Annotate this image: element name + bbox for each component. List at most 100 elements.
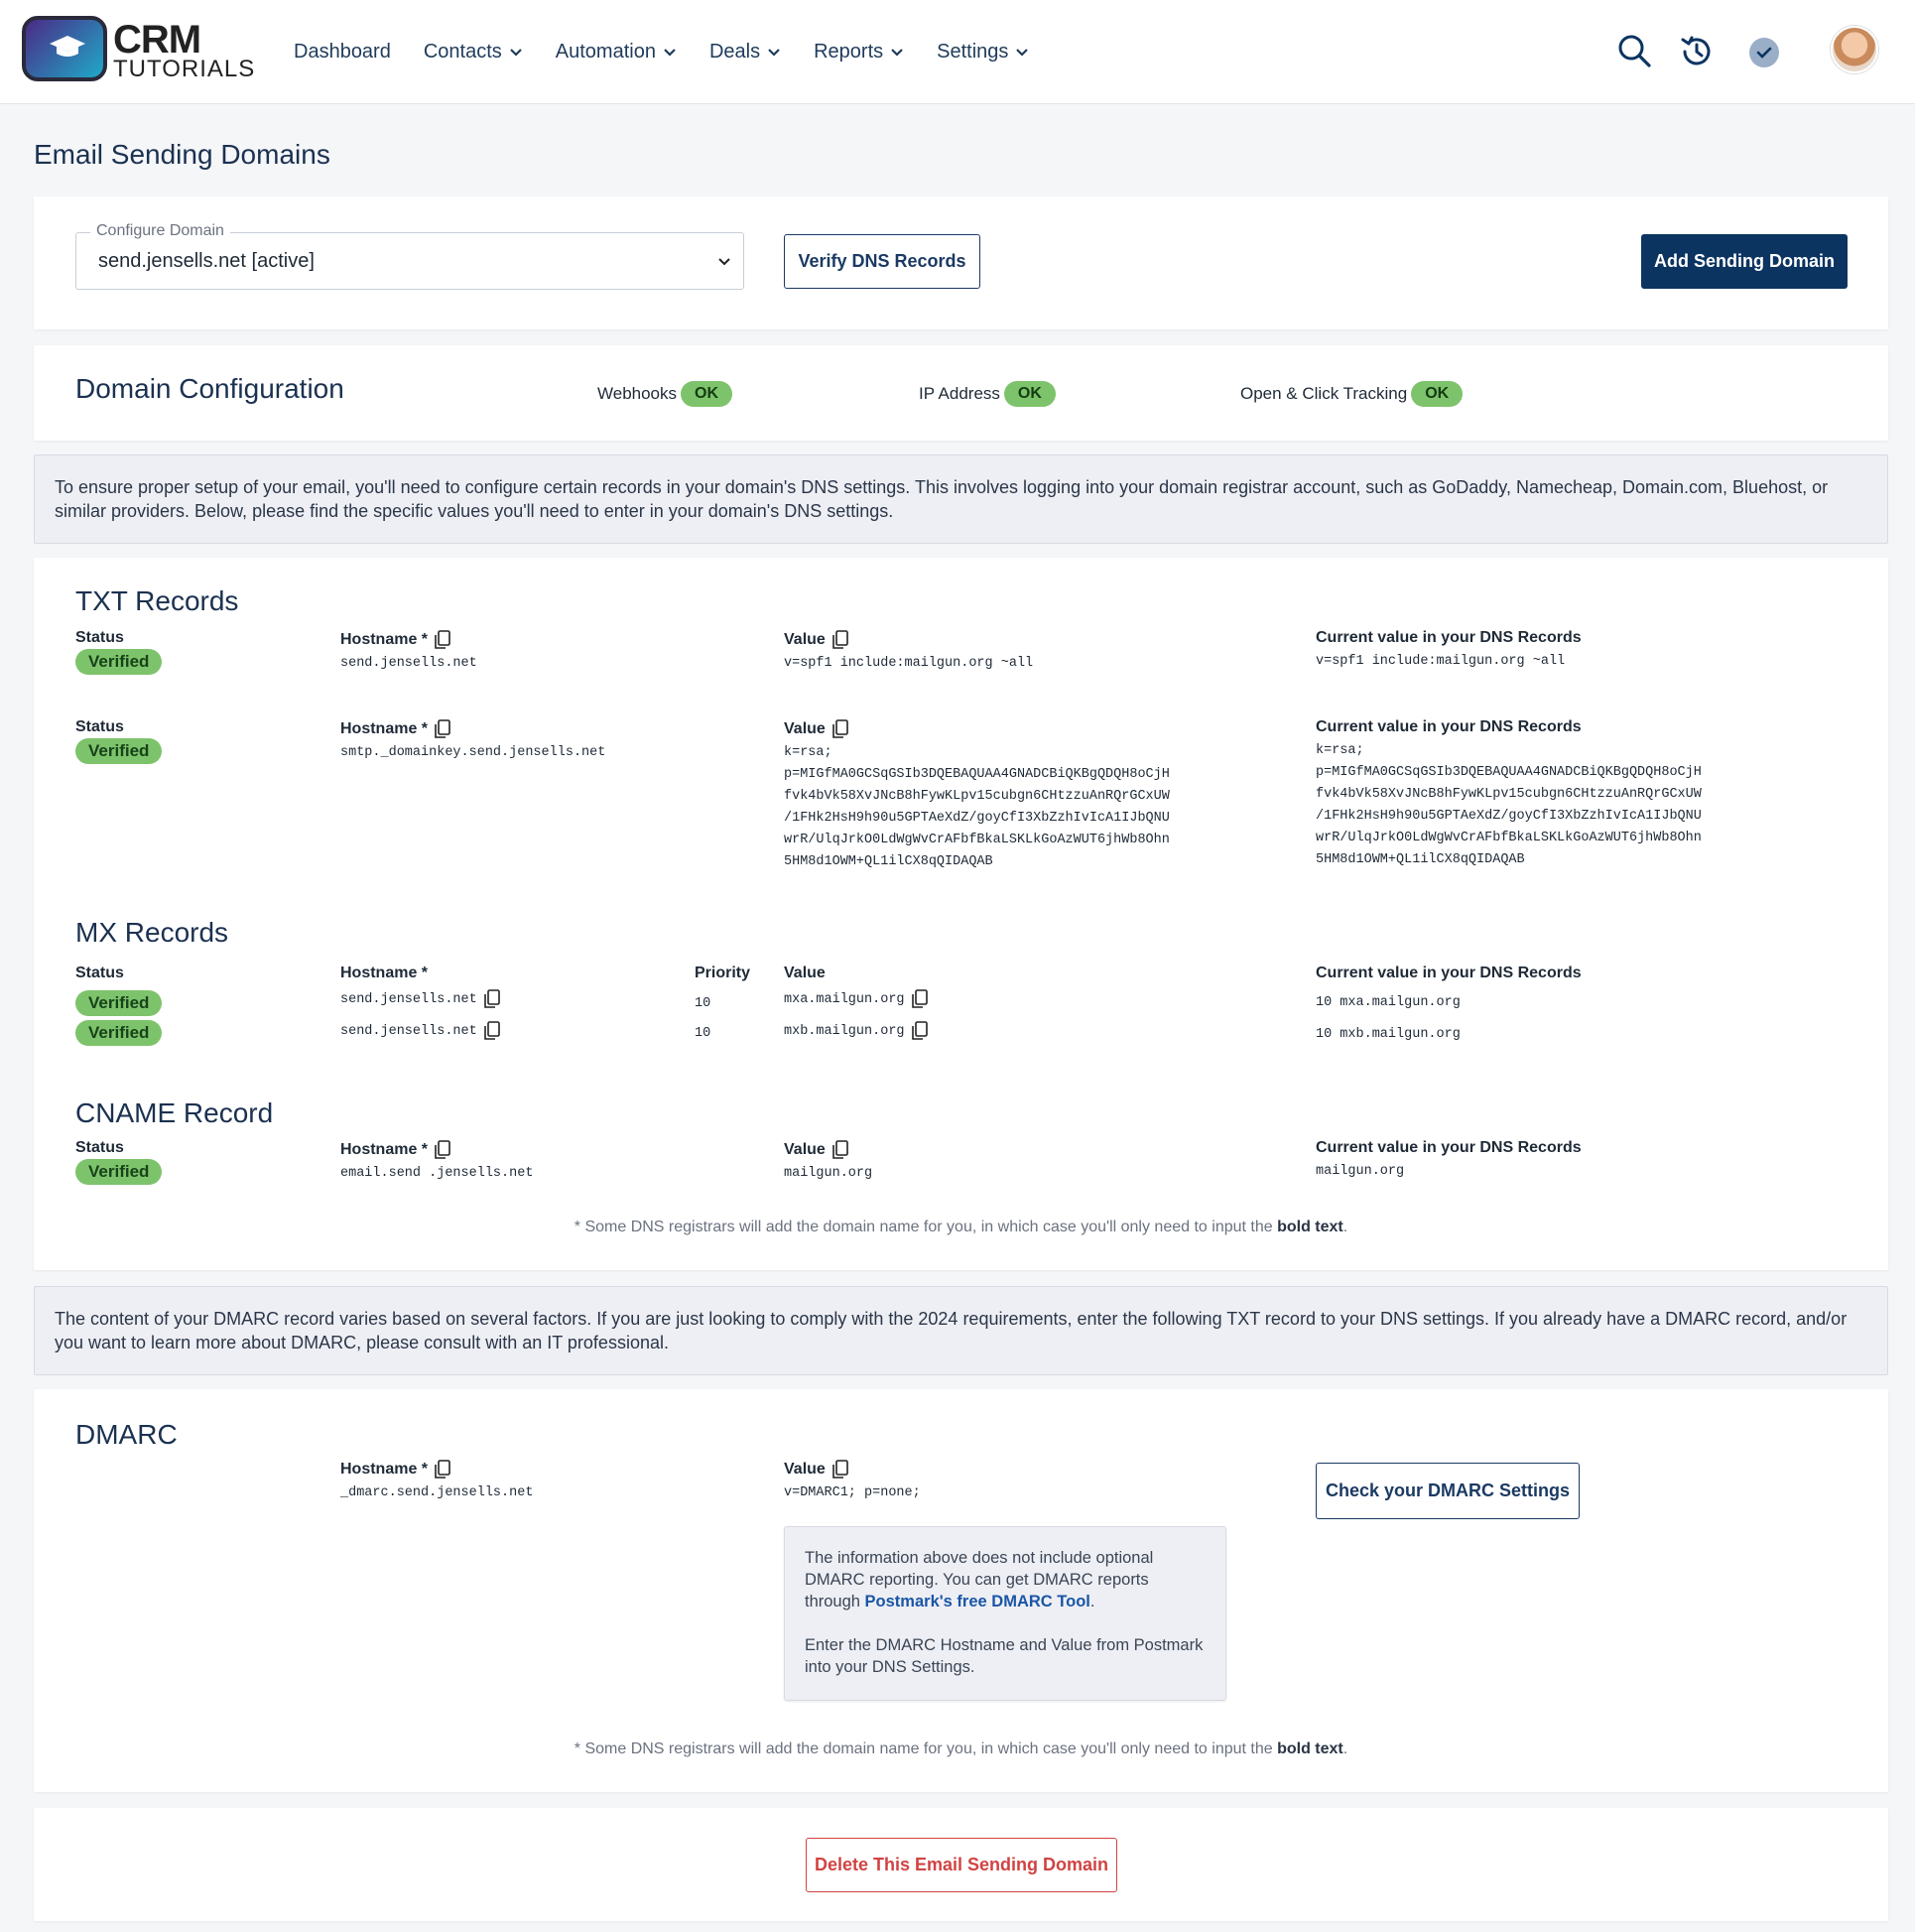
mx-hostname-value: send.jensells.net [340,991,477,1007]
main-menu: Dashboard Contacts Automation Deals Repo… [294,0,1062,104]
value-label: Value [784,629,851,651]
page-title: Email Sending Domains [34,139,330,170]
hostname-label: Hostname * [340,629,453,651]
dmarc-info-box: The content of your DMARC record varies … [34,1286,1888,1375]
dkim-hostname-value: smtp._domainkey.send.jensells.net [340,745,606,760]
verify-dns-button[interactable]: Verify DNS Records [784,234,980,289]
cname-hostname-value: email.send .jensells.net [340,1166,534,1181]
ok-badge: OK [1411,381,1464,407]
hostname-label: Hostname * [340,718,453,740]
mx-priority-value: 10 [695,996,711,1011]
note-suffix: . [1342,1219,1348,1235]
status-label: Open & Click Tracking [1240,384,1408,403]
status-label: Status [75,965,124,981]
mx-value-row: mxb.mailgun.org [784,1020,931,1042]
dmarc-hostname-value: _dmarc.send.jensells.net [340,1485,534,1500]
hostname-label-text: Hostname * [340,720,429,737]
verified-badge: Verified [75,1020,163,1046]
copy-icon[interactable] [909,988,931,1010]
copy-icon[interactable] [481,988,503,1010]
hostname-label-text: Hostname * [340,1141,429,1158]
delete-card: Delete This Email Sending Domain [34,1808,1888,1921]
logo-text-tutorials: TUTORIALS [113,56,256,82]
avatar[interactable] [1831,26,1878,73]
mx-hostname-value: send.jensells.net [340,1023,477,1039]
value-label: Value [784,718,851,740]
nav-dashboard[interactable]: Dashboard [294,41,391,64]
nav-label: Settings [937,41,1009,63]
current-value-label: Current value in your DNS Records [1316,965,1582,981]
selected-domain: send.jensells.net [active] [98,250,315,272]
cname-record-title: CNAME Record [75,1097,274,1128]
configure-domain-select[interactable]: Configure Domain send.jensells.net [acti… [75,222,744,290]
mx-hostname-row: send.jensells.net [340,988,503,1010]
dmarc-tip-para2: Enter the DMARC Hostname and Value from … [805,1636,1204,1676]
cname-value: mailgun.org [784,1166,873,1181]
copy-icon[interactable] [432,718,453,740]
check-dmarc-button[interactable]: Check your DMARC Settings [1316,1463,1580,1519]
copy-icon[interactable] [830,718,851,740]
txt-records-title: TXT Records [75,585,239,616]
note-bold: bold text [1277,1740,1343,1757]
logo-mark [22,16,107,81]
cname-current-value: mailgun.org [1316,1164,1405,1179]
add-sending-domain-button[interactable]: Add Sending Domain [1641,234,1848,289]
nav-label: Deals [708,41,761,63]
chevron-down-icon [768,48,780,57]
status-label: Status [75,629,124,646]
postmark-dmarc-link[interactable]: Postmark's free DMARC Tool [865,1593,1090,1610]
registrar-note: * Some DNS registrars will add the domai… [34,1219,1888,1236]
delete-domain-button[interactable]: Delete This Email Sending Domain [806,1838,1117,1892]
search-icon[interactable] [1617,34,1651,67]
mx-priority-value: 10 [695,1026,711,1041]
domain-configuration-title: Domain Configuration [75,373,344,404]
ok-badge: OK [1003,381,1056,407]
copy-icon[interactable] [830,629,851,651]
copy-icon[interactable] [830,1139,851,1161]
status-label: Status [75,1139,124,1156]
history-icon[interactable] [1679,34,1715,69]
current-value-label: Current value in your DNS Records [1316,1139,1582,1156]
dmarc-value: v=DMARC1; p=none; [784,1485,921,1500]
copy-icon[interactable] [909,1020,931,1042]
nav-settings[interactable]: Settings [937,41,1029,64]
mx-hostname-row: send.jensells.net [340,1020,503,1042]
copy-icon[interactable] [481,1020,503,1042]
txt-current-value: v=spf1 include:mailgun.org ~all [1316,654,1566,669]
mx-current-value: 10 mxa.mailgun.org [1316,995,1461,1010]
nav-deals[interactable]: Deals [709,41,781,64]
status-label: Webhooks [597,384,678,403]
nav-label: Dashboard [294,41,391,63]
copy-icon[interactable] [432,1139,453,1161]
copy-icon[interactable] [432,1459,453,1481]
chevron-down-icon [718,258,730,266]
graduation-cap-icon [50,36,85,57]
copy-icon[interactable] [830,1459,851,1481]
logo[interactable]: CRM TUTORIALS [22,16,254,83]
hostname-label: Hostname * [340,1459,453,1481]
chevron-down-icon [891,48,903,57]
hostname-label: Hostname * [340,965,429,981]
chevron-down-icon [510,48,522,57]
verified-badge: Verified [75,990,163,1016]
value-label: Value [784,965,826,981]
mx-records-title: MX Records [75,917,229,948]
status-label: IP Address [919,384,1000,403]
nav-reports[interactable]: Reports [814,41,904,64]
chevron-down-icon [1016,48,1029,57]
tip-text: . [1089,1593,1095,1610]
dmarc-tip-box: The information above does not include o… [784,1526,1226,1701]
note-text: * Some DNS registrars will add the domai… [574,1740,1278,1757]
domain-configuration-card: Domain Configuration Webhooks OK IP Addr… [34,345,1888,441]
nav-automation[interactable]: Automation [556,41,677,64]
registrar-note: * Some DNS registrars will add the domai… [34,1740,1888,1758]
note-bold: bold text [1277,1219,1343,1235]
nav-contacts[interactable]: Contacts [424,41,523,64]
mx-value: mxb.mailgun.org [784,1023,905,1039]
check-circle-icon[interactable] [1748,37,1780,68]
value-label-text: Value [784,1141,826,1158]
nav-label: Contacts [423,41,502,63]
dns-records-card: TXT Records Status Verified Hostname * s… [34,558,1888,1270]
mx-current-value: 10 mxb.mailgun.org [1316,1027,1461,1042]
copy-icon[interactable] [432,629,453,651]
